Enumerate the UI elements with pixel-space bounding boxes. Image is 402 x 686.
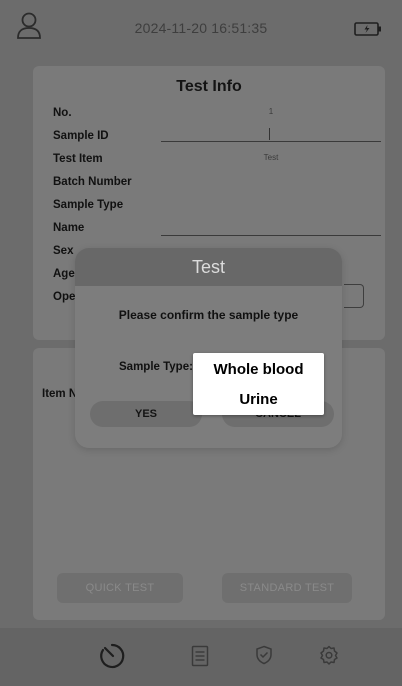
option-whole-blood[interactable]: Whole blood: [193, 361, 324, 378]
field-label: Name: [53, 222, 85, 234]
test-info-title: Test Info: [176, 78, 242, 95]
sample-type-dropdown[interactable]: Whole blood Urine: [193, 353, 324, 415]
field-batch-number: Batch Number: [53, 173, 373, 193]
list-icon[interactable]: [191, 645, 209, 667]
field-no: No. 1: [53, 104, 373, 124]
shield-check-icon[interactable]: [255, 645, 273, 665]
field-label: Batch Number: [53, 176, 132, 188]
field-label: Sex: [53, 245, 74, 257]
field-value-no: 1: [268, 107, 274, 116]
field-label: Test Item: [53, 153, 103, 165]
status-bar: 2024-11-20 16:51:35: [0, 0, 402, 56]
sample-type-label: Sample Type:: [119, 361, 193, 373]
field-test-item: Test Item Test: [53, 150, 373, 170]
dialog-header: Test: [75, 248, 342, 286]
confirm-dialog: Test Please confirm the sample type Samp…: [75, 248, 342, 448]
sample-id-input[interactable]: [161, 141, 381, 142]
field-name: Name: [53, 219, 381, 239]
battery-charging-icon: [354, 22, 381, 36]
field-sample-type: Sample Type: [53, 196, 373, 216]
settings-icon[interactable]: [319, 645, 339, 665]
field-value-test-item: Test: [263, 153, 279, 162]
dialog-title: Test: [191, 257, 225, 277]
yes-button[interactable]: YES: [90, 401, 202, 427]
field-label: Sample ID: [53, 130, 109, 142]
item-label: Item N: [42, 388, 78, 400]
field-label: Age: [53, 268, 75, 280]
timer-icon[interactable]: [98, 642, 126, 670]
app-screen: 2024-11-20 16:51:35 Test Info No. 1 Samp…: [0, 0, 402, 686]
dialog-message: Please confirm the sample type: [118, 308, 299, 322]
text-cursor: [269, 128, 270, 140]
quick-test-button[interactable]: QUICK TEST: [57, 573, 183, 603]
field-sample-id: Sample ID: [53, 127, 381, 147]
name-input[interactable]: [161, 235, 381, 236]
field-label: No.: [53, 107, 72, 119]
bottom-nav: [0, 628, 402, 686]
age-unit-select[interactable]: [344, 284, 364, 308]
option-urine[interactable]: Urine: [193, 391, 324, 408]
datetime: 2024-11-20 16:51:35: [134, 20, 268, 36]
field-label: Sample Type: [53, 199, 124, 211]
standard-test-button[interactable]: STANDARD TEST: [222, 573, 352, 603]
